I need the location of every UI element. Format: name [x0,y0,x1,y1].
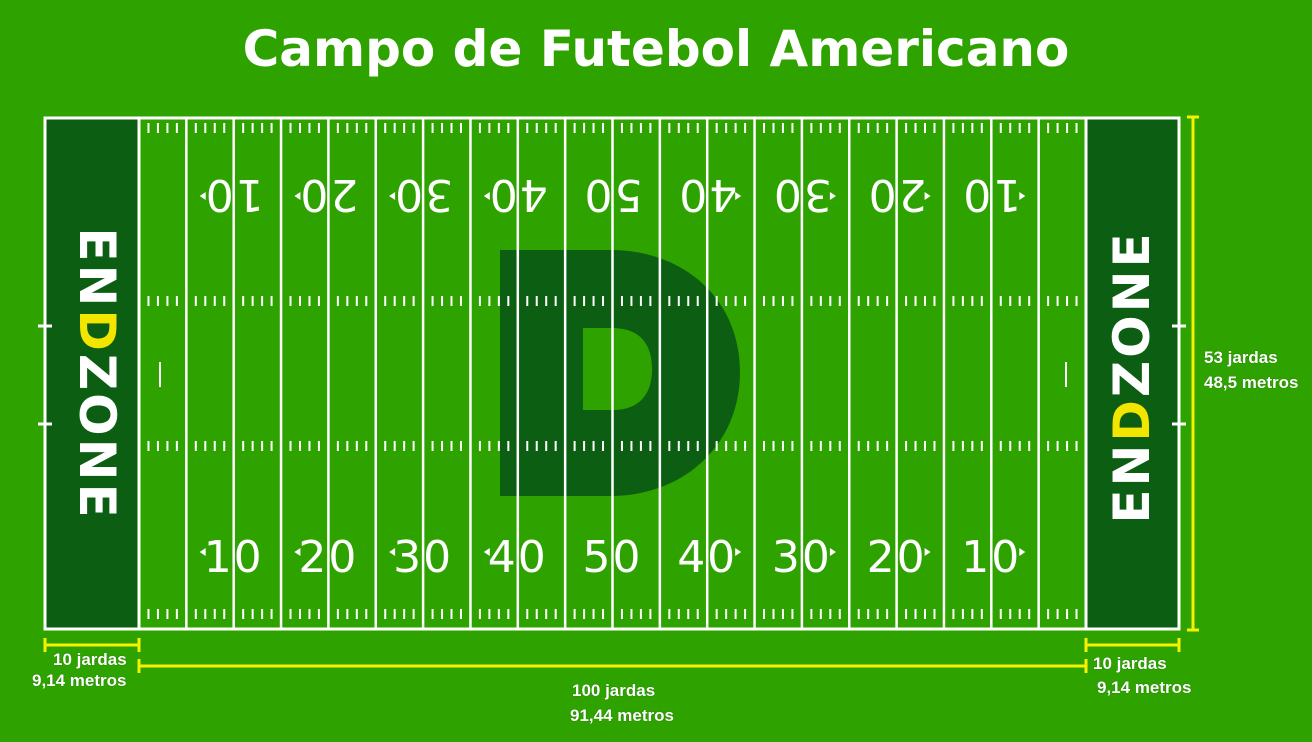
width-meters-label: 48,5 metros [1204,373,1299,392]
direction-arrow [483,192,490,200]
left-endzone-yards-label: 10 jardas [53,650,127,669]
direction-arrow [199,192,206,200]
yard-number-bottom: 50 [583,532,643,583]
yard-number-top: 20 [867,169,927,220]
yard-number-top: 10 [961,169,1021,220]
direction-arrow [829,192,836,200]
direction-arrow [389,548,396,556]
endzone-text-part: ZONE [68,354,126,521]
endzone-text-part: D [1103,397,1161,442]
endzone-text-right: ENDZONE [1103,230,1161,523]
yard-number-top: 20 [298,169,358,220]
right-endzone-yards-label: 10 jardas [1093,654,1167,673]
direction-arrow [1019,192,1026,200]
direction-arrow [924,192,931,200]
yard-number-top: 40 [488,169,548,220]
yard-number-bottom: 10 [204,532,264,583]
football-field: 101020203030404050504040303020201010ENDZ… [38,115,1199,673]
yard-number-bottom: 40 [488,532,548,583]
yard-number-top: 50 [583,169,643,220]
yard-number-bottom: 40 [677,532,737,583]
direction-arrow [829,548,836,556]
center-logo [500,250,740,496]
left-endzone-meters-label: 9,14 metros [32,671,127,690]
length-meters-label: 91,44 metros [570,706,674,725]
endzone-text-part: EN [68,227,126,309]
endzone-text-part: D [68,309,126,354]
direction-arrow [294,192,301,200]
direction-arrow [389,192,396,200]
direction-arrow [294,548,301,556]
width-yards-label: 53 jardas [1204,348,1278,367]
yard-number-bottom: 20 [867,532,927,583]
endzone-text-part: EN [1103,442,1161,524]
direction-arrow [735,192,742,200]
direction-arrow [735,548,742,556]
length-yards-label: 100 jardas [572,681,656,700]
direction-arrow [1019,548,1026,556]
endzone-text-part: ZONE [1103,230,1161,397]
direction-arrow [199,548,206,556]
yard-number-bottom: 30 [772,532,832,583]
endzone-text-left: ENDZONE [68,227,126,520]
yard-number-bottom: 20 [298,532,358,583]
yard-number-top: 40 [677,169,737,220]
right-endzone-meters-label: 9,14 metros [1097,678,1192,697]
direction-arrow [483,548,490,556]
yard-number-bottom: 30 [393,532,453,583]
logo-d-shape [500,250,740,496]
yard-number-top: 30 [393,169,453,220]
yard-number-top: 30 [772,169,832,220]
yard-number-top: 10 [204,169,264,220]
yard-number-bottom: 10 [961,532,1021,583]
direction-arrow [924,548,931,556]
